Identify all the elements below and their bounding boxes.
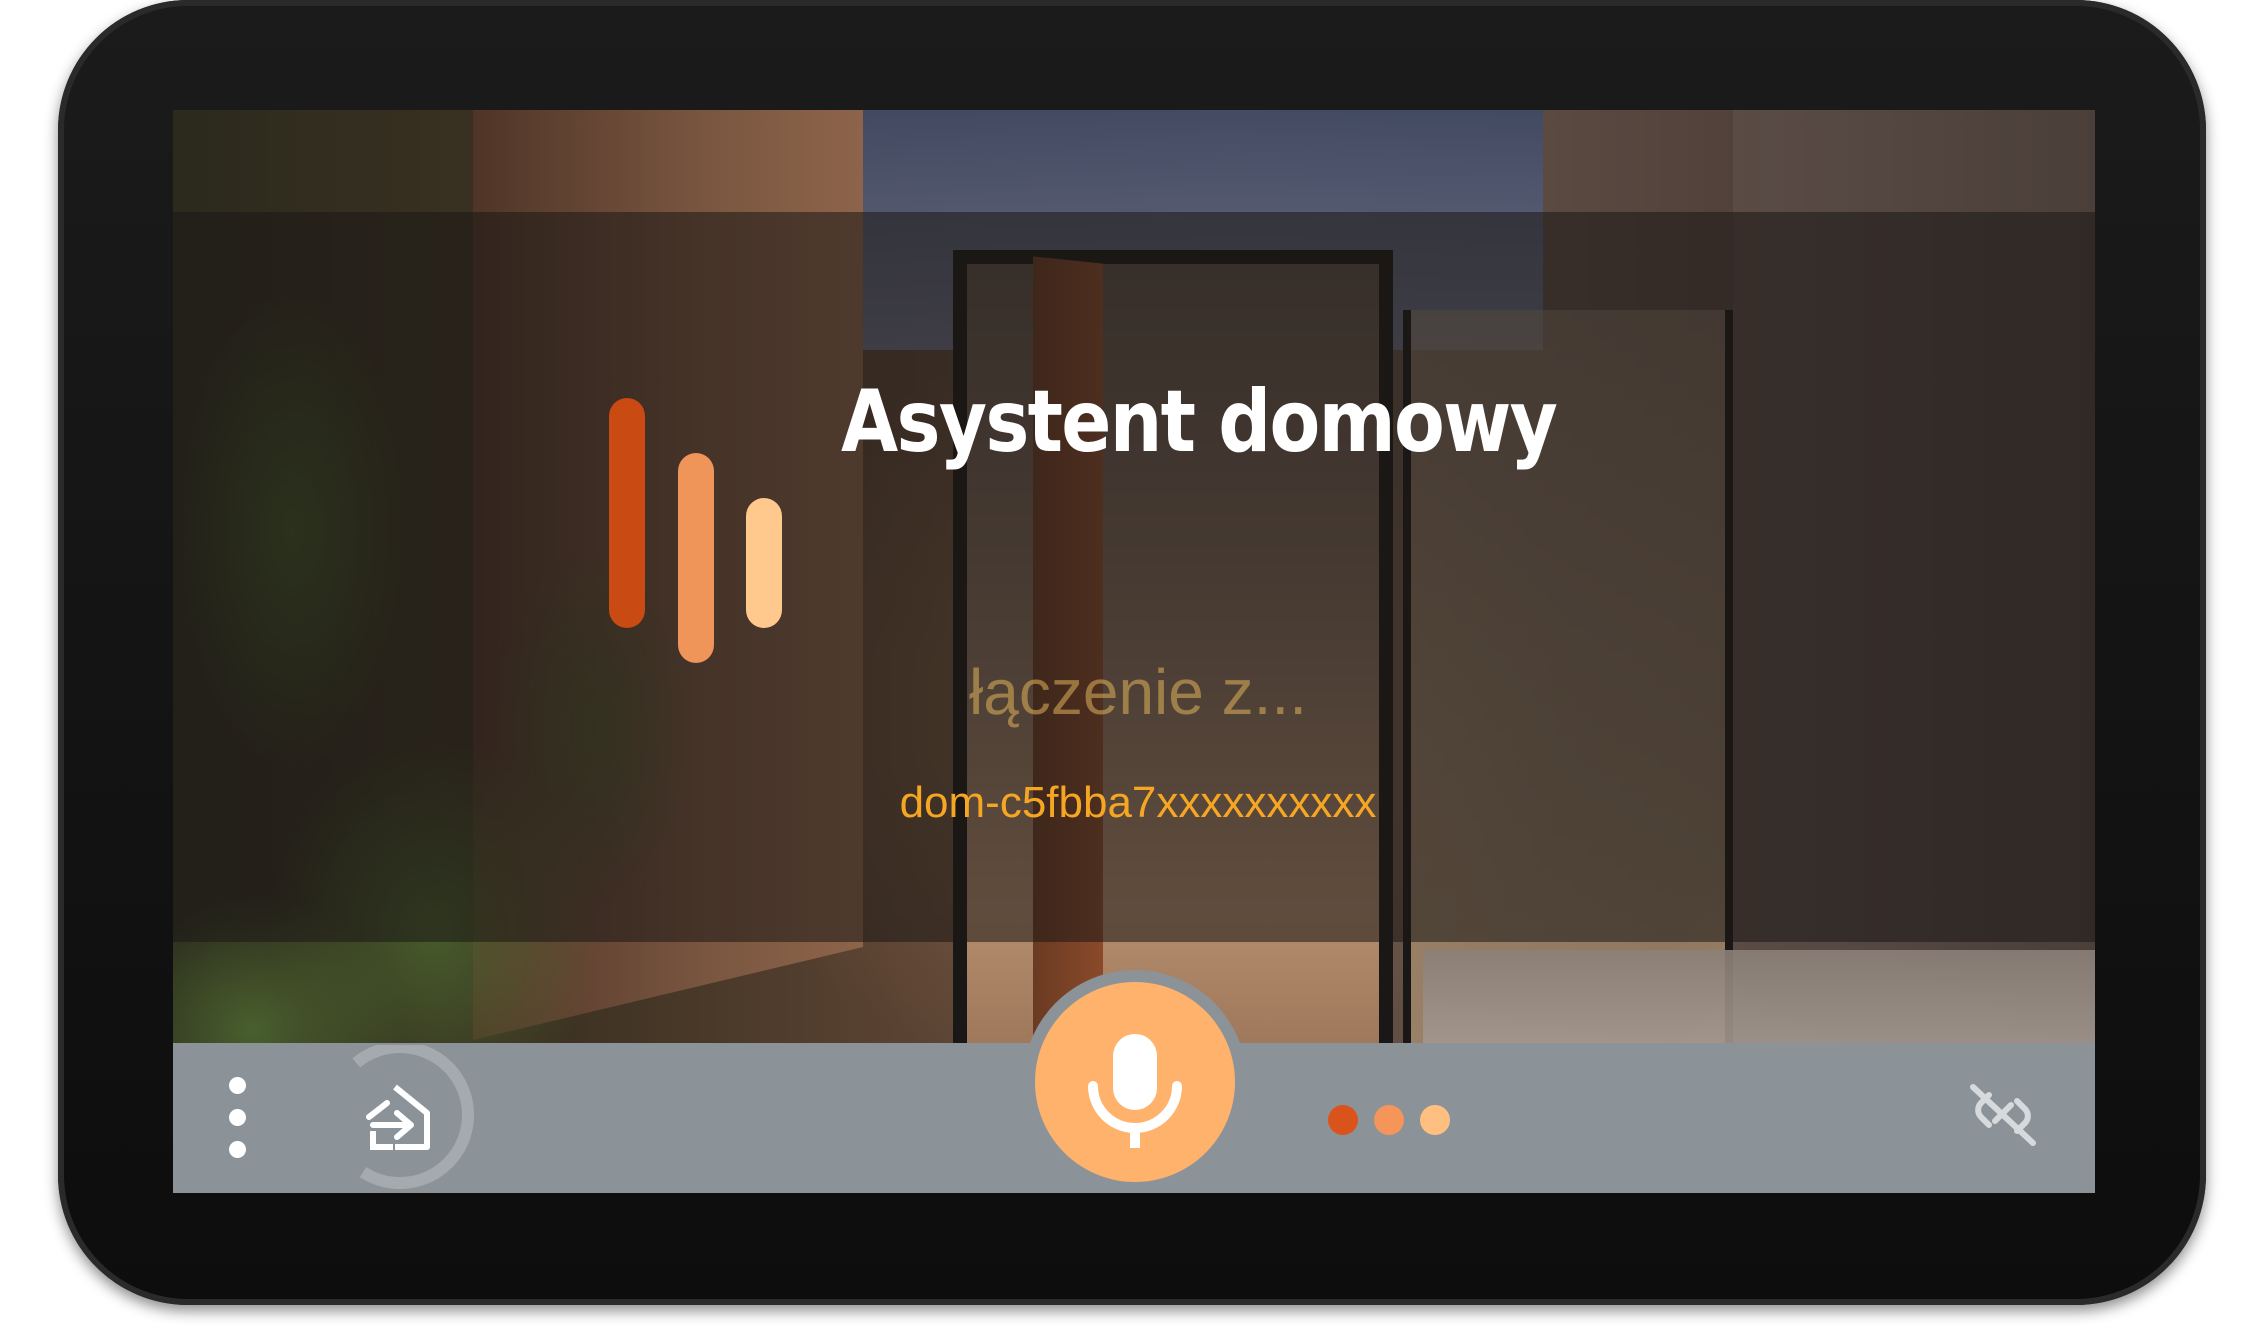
app-screen: Asystent domowy łączenie z... dom-c5fbba…	[173, 110, 2095, 1193]
logo-bar-1	[609, 398, 645, 628]
microphone-button[interactable]	[1035, 982, 1235, 1182]
logo-bar-3	[746, 498, 782, 628]
more-vert-icon[interactable]	[213, 1073, 263, 1163]
page-dot-2[interactable]	[1374, 1105, 1404, 1135]
link-off-icon[interactable]	[1963, 1073, 2043, 1153]
app-logo	[609, 288, 793, 663]
home-login-icon	[326, 1041, 474, 1189]
overlay-band	[173, 212, 2095, 942]
logo-bar-2	[678, 453, 714, 663]
device-id: dom-c5fbba7xxxxxxxxxx	[899, 778, 1377, 827]
home-login-button[interactable]	[323, 1041, 477, 1193]
page-dot-3[interactable]	[1420, 1105, 1450, 1135]
connection-status: łączenie z...	[969, 656, 1307, 728]
page-indicator	[1328, 1105, 1458, 1135]
app-title: Asystent domowy	[841, 372, 1558, 472]
page-dot-1[interactable]	[1328, 1105, 1358, 1135]
microphone-icon	[1088, 1034, 1182, 1148]
